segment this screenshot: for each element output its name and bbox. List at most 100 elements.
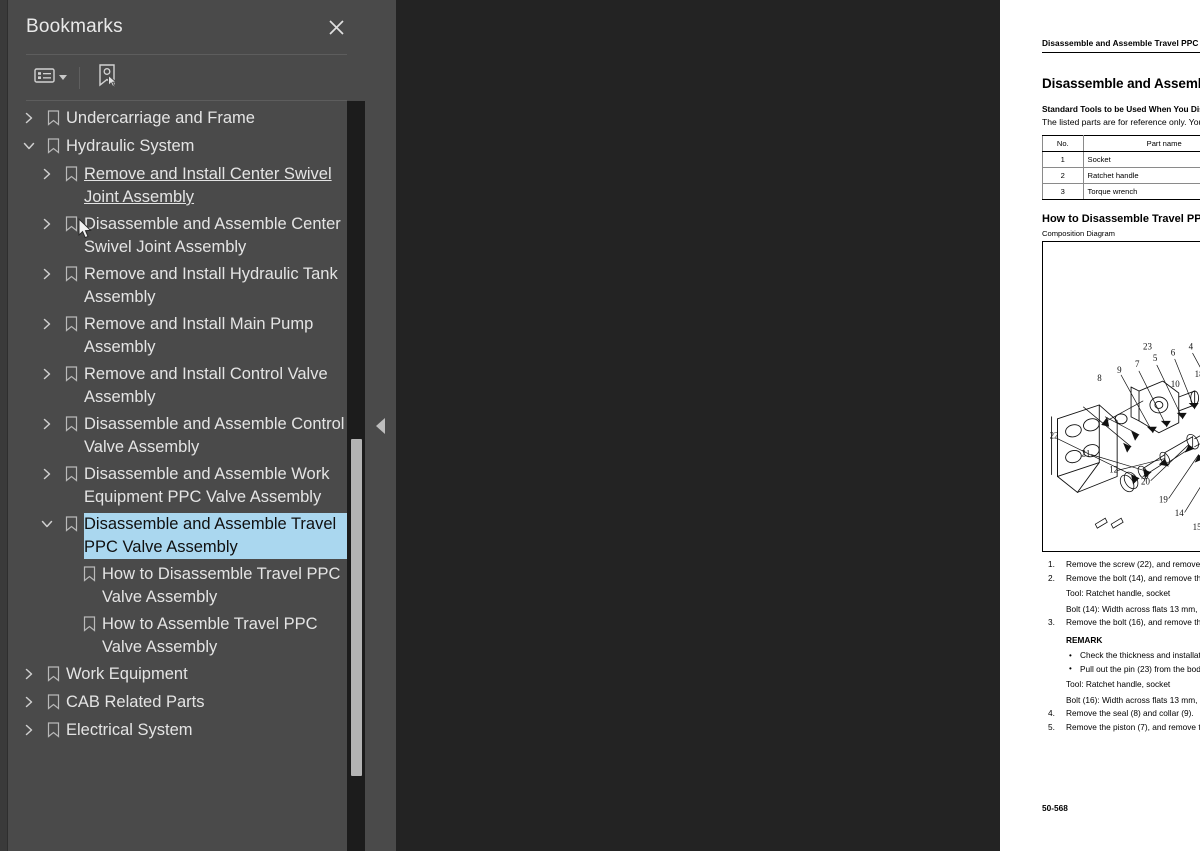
- chevron-right-icon[interactable]: [18, 101, 40, 103]
- table-cell: Torque wrench: [1082, 183, 1200, 200]
- step-body: Remove the bolt (16), and remove the pla…: [1066, 616, 1200, 707]
- svg-text:21: 21: [1081, 449, 1090, 459]
- chevron-right-icon[interactable]: [18, 107, 40, 131]
- bookmark-item-electrical-system[interactable]: Electrical System: [8, 717, 365, 745]
- bookmark-icon: [58, 163, 84, 187]
- chevron-right-icon[interactable]: [36, 413, 58, 437]
- svg-text:19: 19: [1159, 494, 1168, 504]
- chevron-down-icon: [59, 75, 67, 80]
- chevron-right-icon[interactable]: [18, 691, 40, 715]
- figure-caption: Composition Diagram: [1042, 229, 1116, 238]
- tools-note: The listed parts are for reference only.…: [1042, 117, 1200, 127]
- bookmark-item-how-to-assemble-travel-ppc-valve-assembly[interactable]: How to Assemble Travel PPC Valve Assembl…: [8, 611, 365, 661]
- bookmark-icon: [58, 363, 84, 387]
- bookmark-item-disassemble-and-assemble-center-swivel-joint-assembly[interactable]: Disassemble and Assemble Center Swivel J…: [8, 211, 365, 261]
- step-number: 2.: [1048, 572, 1055, 583]
- bookmark-item-how-to-disassemble-travel-ppc-valve-assembly[interactable]: How to Disassemble Travel PPC Valve Asse…: [8, 561, 365, 611]
- bookmark-item-undercarriage-and-frame[interactable]: Undercarriage and Frame: [8, 105, 365, 133]
- chevron-right-icon[interactable]: [36, 163, 58, 187]
- bookmark-icon: [40, 719, 66, 743]
- bookmark-item-label: Work Equipment: [66, 665, 188, 683]
- chevron-right-icon[interactable]: [36, 313, 58, 337]
- bookmark-icon: [58, 463, 84, 487]
- bookmark-item-disassemble-and-assemble-travel-ppc-valve-assembly[interactable]: Disassemble and Assemble Travel PPC Valv…: [8, 511, 365, 561]
- bookmark-item-label: Remove and Install Main Pump Assembly: [84, 315, 314, 356]
- step-body: Remove the seal (8) and collar (9).: [1066, 707, 1200, 721]
- bookmark-icon: [40, 101, 66, 103]
- bookmark-item-label: CAB Related Parts: [66, 693, 205, 711]
- step-subline: Tool: Ratchet handle, socket: [1066, 588, 1171, 598]
- table-cell: Ratchet handle: [1082, 167, 1200, 184]
- bookmark-icon: [58, 513, 84, 537]
- table-column-header: No.: [1042, 135, 1084, 152]
- collapse-left-icon[interactable]: [376, 417, 385, 434]
- bookmark-item-remove-and-install-main-pump-assembly[interactable]: Remove and Install Main Pump Assembly: [8, 311, 365, 361]
- chevron-right-icon[interactable]: [36, 463, 58, 487]
- svg-text:9: 9: [1117, 365, 1122, 375]
- svg-text:5: 5: [1153, 353, 1158, 363]
- bookmark-item-label: Disassemble and Assemble Travel PPC Valv…: [83, 512, 365, 560]
- bookmark-item-hydraulic-system[interactable]: Hydraulic System: [8, 133, 365, 161]
- step-text: Remove the seal (8) and collar (9).: [1066, 708, 1194, 718]
- svg-text:14: 14: [1175, 508, 1184, 518]
- step-body: Remove the piston (7), and remove the re…: [1066, 721, 1200, 735]
- standard-tools-table: No.Part nameSpecificationsQ'tyRemarks 1S…: [1042, 135, 1200, 200]
- chevron-right-icon[interactable]: [36, 263, 58, 287]
- footer-page-number: 50-568: [1042, 803, 1068, 813]
- bookmarks-panel-header: Bookmarks: [8, 0, 365, 54]
- bookmark-icon: [58, 413, 84, 437]
- procedure-step: 1. Remove the screw (22), and remove the …: [1042, 558, 1200, 572]
- bookmark-item-cab-related-parts[interactable]: CAB Related Parts: [8, 689, 365, 717]
- page-footer: 50-568 PC78US-11E0: [1042, 803, 1200, 813]
- chevron-down-icon[interactable]: [18, 135, 40, 159]
- table-cell: 2: [1042, 167, 1084, 184]
- procedure-step: 2. Remove the bolt (14), and remove the c…: [1042, 572, 1200, 617]
- chevron-right-icon[interactable]: [36, 363, 58, 387]
- add-bookmark-icon: [96, 63, 119, 93]
- chevron-right-icon[interactable]: [18, 663, 40, 687]
- bookmark-item-remove-and-install-center-swivel-joint-assembly[interactable]: Remove and Install Center Swivel Joint A…: [8, 161, 365, 211]
- document-viewer: Disassemble and Assemble Travel PPC Valv…: [396, 0, 1200, 851]
- close-icon[interactable]: [321, 12, 351, 42]
- svg-text:8: 8: [1097, 373, 1102, 383]
- step-number: 1.: [1048, 559, 1055, 569]
- document-title: Disassemble and Assemble Travel PPC Valv…: [1042, 76, 1200, 91]
- remark-bullet: Pull out the pin (23) from the body (1) …: [1066, 662, 1200, 677]
- toolbar-divider: [79, 66, 80, 89]
- step-body: Remove the bolt (14), and remove the cas…: [1066, 572, 1200, 617]
- bookmark-item-label: How to Disassemble Travel PPC Valve Asse…: [102, 565, 341, 606]
- panel-collapse-strip: [365, 0, 396, 851]
- bookmark-item-remove-and-install-control-valve-assembly[interactable]: Remove and Install Control Valve Assembl…: [8, 361, 365, 411]
- list-options-button[interactable]: [30, 63, 71, 93]
- step-subline: Tool: Ratchet handle, socket: [1066, 679, 1171, 689]
- procedure-step: 3. Remove the bolt (16), and remove the p…: [1042, 616, 1200, 707]
- chevron-right-icon[interactable]: [18, 719, 40, 743]
- page-content: Disassemble and Assemble Travel PPC Valv…: [1042, 38, 1200, 734]
- bookmark-item-label: Undercarriage and Frame: [66, 109, 255, 127]
- bookmark-item-remove-and-install-hydraulic-tank-assembly[interactable]: Remove and Install Hydraulic Tank Assemb…: [8, 261, 365, 311]
- bookmarks-scrollbar-thumb[interactable]: [351, 438, 362, 776]
- bookmarks-panel: Bookmarks Undercarriage and Frame Hydrau…: [8, 0, 365, 851]
- table-row: 1Socket13 mm1: [1042, 151, 1200, 168]
- chevron-down-icon[interactable]: [36, 513, 58, 537]
- bookmark-item-label: Remove and Install Hydraulic Tank Assemb…: [84, 265, 338, 306]
- svg-text:22: 22: [1050, 431, 1059, 441]
- running-header: Disassemble and Assemble Travel PPC Valv…: [1042, 38, 1200, 53]
- bookmark-item-disassemble-and-assemble-work-equipment-ppc-valve-assembly[interactable]: Disassemble and Assemble Work Equipment …: [8, 461, 365, 511]
- bookmark-icon: [40, 135, 66, 159]
- svg-text:7: 7: [1135, 359, 1140, 369]
- step-text: Remove the bolt (16), and remove the pla…: [1066, 617, 1200, 627]
- bookmark-item-label: Electrical System: [66, 721, 193, 739]
- chevron-right-icon[interactable]: [36, 213, 58, 237]
- add-bookmark-button[interactable]: [92, 63, 123, 93]
- bookmark-item-label: Disassemble and Assemble Center Swivel J…: [84, 215, 341, 256]
- bookmark-item-work-equipment[interactable]: Work Equipment: [8, 661, 365, 689]
- bookmarks-scrollbar-track[interactable]: [347, 101, 365, 851]
- twisty-spacer: [54, 563, 76, 587]
- bookmark-icon: [58, 213, 84, 237]
- bookmark-item-label: How to Assemble Travel PPC Valve Assembl…: [102, 615, 318, 656]
- bookmark-icon: [40, 663, 66, 687]
- bookmark-icon: [58, 313, 84, 337]
- bookmark-item-disassemble-and-assemble-control-valve-assembly[interactable]: Disassemble and Assemble Control Valve A…: [8, 411, 365, 461]
- procedure-step: 5. Remove the piston (7), and remove the …: [1042, 721, 1200, 735]
